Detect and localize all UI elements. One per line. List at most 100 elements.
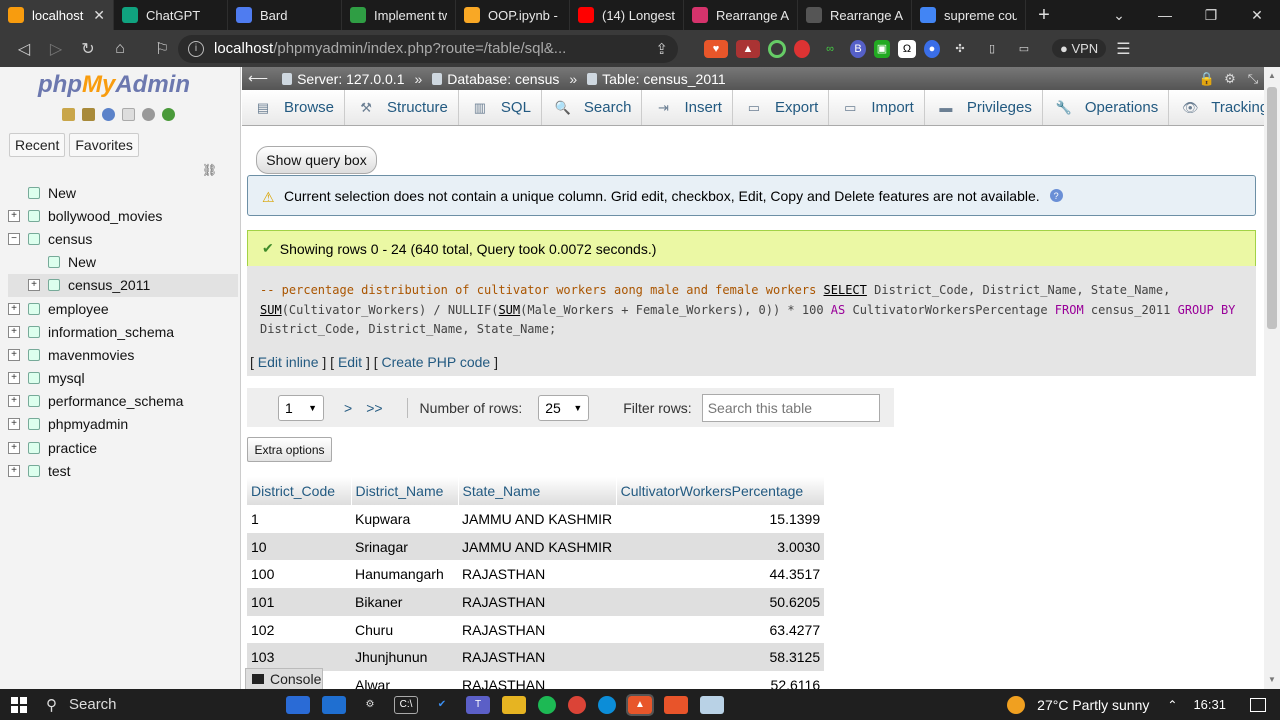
tab-operations[interactable]: 🔧 Operations [1043, 90, 1170, 125]
tab-search-icon[interactable]: ⌄ [1096, 0, 1142, 30]
edit-link[interactable]: Edit [338, 354, 362, 370]
sql-function-sum[interactable]: SUM [498, 303, 520, 317]
tree-item[interactable]: + practice [8, 436, 238, 459]
expand-icon[interactable]: + [8, 325, 20, 338]
tab-tracking[interactable]: 👁 Tracking [1169, 90, 1264, 125]
link-with-main-icon[interactable]: ⛓ [202, 163, 217, 177]
clock[interactable]: 16:31 [1193, 697, 1226, 712]
browser-tab[interactable]: Implement tw [342, 0, 456, 30]
filter-rows-input[interactable]: Search this table [701, 393, 880, 422]
help-circle-icon[interactable]: ? [1049, 189, 1063, 202]
vertical-scrollbar[interactable]: ▲ ▼ [1264, 67, 1280, 689]
extension-b-icon[interactable]: B [850, 39, 866, 58]
tree-item[interactable]: + test [8, 459, 238, 482]
forward-button[interactable]: ▷ [40, 35, 72, 63]
expand-icon[interactable]: + [8, 464, 20, 477]
weather-text[interactable]: 27°C Partly sunny [1037, 697, 1149, 713]
tab-browse[interactable]: ▤ Browse [242, 90, 346, 125]
scroll-down-icon[interactable]: ▼ [1268, 675, 1276, 684]
lock-icon[interactable]: 🔒 [1199, 71, 1215, 86]
terminal-app-icon[interactable]: C:\ [394, 695, 418, 714]
xampp-app-icon[interactable] [664, 695, 688, 714]
extension-pokeball-icon[interactable] [794, 39, 810, 58]
next-page-button[interactable]: > [344, 400, 352, 416]
minimize-button[interactable]: — [1142, 0, 1188, 30]
favorites-button[interactable]: Favorites [69, 133, 139, 157]
tree-item[interactable]: + mysql [8, 367, 238, 390]
tab-privileges[interactable]: ▬ Privileges [925, 90, 1043, 125]
breadcrumb-server[interactable]: Server: 127.0.0.1 [282, 71, 404, 87]
extra-options-button[interactable]: Extra options [247, 437, 332, 462]
tree-item[interactable]: + information_schema [8, 320, 238, 343]
brave-app-icon[interactable]: ▲ [626, 693, 654, 716]
mail-app-icon[interactable] [322, 695, 346, 714]
folder-app-icon[interactable] [502, 695, 526, 714]
new-tab-button[interactable]: + [1026, 0, 1062, 30]
tab-sql[interactable]: ▥ SQL [459, 90, 542, 125]
extension-glasses-icon[interactable]: ∞ [818, 40, 842, 58]
share-icon[interactable]: ⇪ [655, 40, 668, 58]
browser-tab[interactable]: ChatGPT [114, 0, 228, 30]
browser-tab[interactable]: Rearrange Arr [798, 0, 912, 30]
settings-icon[interactable] [142, 108, 155, 121]
tab-export[interactable]: ▭ Export [733, 90, 830, 125]
back-button[interactable]: ◁ [8, 35, 40, 63]
expand-icon[interactable]: + [8, 441, 20, 454]
edit-inline-link[interactable]: Edit inline [258, 354, 319, 370]
browser-tab[interactable]: Bard [228, 0, 342, 30]
notification-icon[interactable] [1250, 697, 1266, 712]
reload-button[interactable]: ↻ [72, 35, 104, 63]
show-query-box-button[interactable]: Show query box [256, 146, 377, 174]
create-php-code-link[interactable]: Create PHP code [382, 354, 491, 370]
extension-lock-icon[interactable]: ▣ [874, 39, 890, 58]
column-header[interactable]: District_Code [247, 477, 352, 505]
wallet-icon[interactable]: ▭ [1012, 40, 1036, 58]
close-tab-icon[interactable]: ✕ [93, 7, 105, 24]
weather-icon[interactable] [1007, 695, 1026, 714]
scrollbar-thumb[interactable] [1267, 87, 1277, 329]
phpmyadmin-logo[interactable]: phpMyAdmin [38, 71, 190, 99]
recent-button[interactable]: Recent [9, 133, 66, 157]
sql-keyword-select[interactable]: SELECT [824, 283, 867, 297]
help-icon[interactable] [102, 108, 115, 121]
tree-item[interactable]: + performance_schema [8, 390, 238, 413]
spotify-app-icon[interactable] [538, 695, 556, 714]
expand-icon[interactable]: + [8, 418, 20, 431]
breadcrumb-table[interactable]: Table: census_2011 [587, 71, 726, 87]
expand-icon[interactable]: + [8, 348, 20, 361]
logout-icon[interactable] [82, 108, 95, 121]
docs-icon[interactable] [122, 108, 135, 121]
tree-item[interactable]: + employee [8, 297, 238, 320]
chrome-app-icon[interactable] [568, 695, 586, 714]
brave-rewards-icon[interactable]: ▲ [736, 39, 760, 58]
tab-structure[interactable]: ⚒ Structure [345, 90, 459, 125]
expand-icon[interactable]: + [28, 279, 40, 292]
start-button[interactable] [0, 696, 38, 713]
scroll-up-icon[interactable]: ▲ [1268, 71, 1276, 80]
home-icon[interactable] [62, 108, 75, 121]
tab-import[interactable]: ▭ Import [829, 90, 925, 125]
tree-item[interactable]: + phpmyadmin [8, 413, 238, 436]
browser-tab[interactable]: localhost ✕ [0, 0, 114, 30]
rows-select[interactable]: 25 ▼ [538, 394, 590, 421]
browser-tab[interactable]: (14) Longest C [570, 0, 684, 30]
expand-icon[interactable]: + [8, 302, 20, 315]
collapse-arrow-icon[interactable]: ⟵ [248, 70, 268, 87]
console-toggle[interactable]: Console [245, 668, 323, 689]
close-window-button[interactable]: ✕ [1234, 0, 1280, 30]
last-page-button[interactable]: >> [366, 400, 382, 416]
chevron-up-icon[interactable]: ⌃ [1167, 698, 1177, 712]
tree-item[interactable]: + mavenmovies [8, 343, 238, 366]
column-header[interactable]: State_Name [458, 477, 617, 505]
tree-item[interactable]: − census [8, 227, 238, 250]
expand-icon[interactable]: + [8, 395, 20, 408]
sidebar-toggle-icon[interactable]: ▯ [980, 40, 1004, 58]
tab-insert[interactable]: ⇥ Insert [642, 90, 733, 125]
todo-app-icon[interactable]: ✔ [430, 696, 454, 714]
column-header[interactable]: District_Name [351, 477, 459, 505]
home-button[interactable]: ⌂ [104, 35, 136, 63]
reload-nav-icon[interactable] [162, 108, 175, 121]
sql-function-sum[interactable]: SUM [260, 303, 282, 317]
extension-omega-icon[interactable]: Ω [898, 39, 916, 58]
file-explorer-app-icon[interactable] [286, 695, 310, 714]
